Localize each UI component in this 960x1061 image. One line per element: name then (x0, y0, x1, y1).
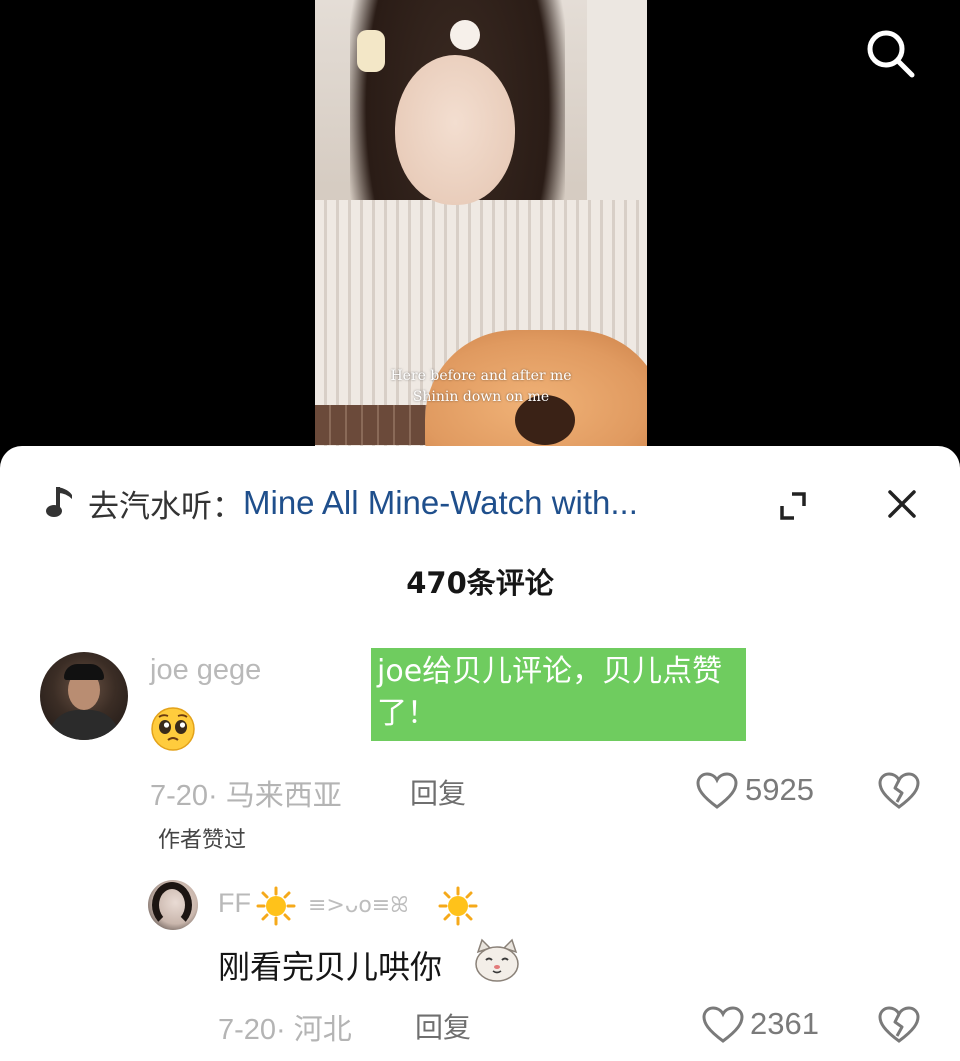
video-player[interactable]: Here before and after me Shinin down on … (0, 0, 960, 470)
username-kaomoji: ≡>ᴗo≡ꕤ (308, 893, 409, 918)
comment-username[interactable]: joe gege (150, 654, 261, 687)
like-count: 2361 (750, 1006, 819, 1041)
comment-meta: 7-20· 马来西亚 (150, 780, 342, 812)
reply-button[interactable]: 回复 (415, 1006, 471, 1046)
avatar-hair (64, 664, 104, 680)
music-prefix-label: 去汽水听： (88, 488, 243, 525)
comment-meta: 7-20· 河北 (218, 1014, 352, 1046)
avatar[interactable] (148, 880, 198, 930)
music-link[interactable]: 去汽水听： Mine All Mine-Watch with... (44, 480, 744, 526)
close-button[interactable] (880, 482, 924, 526)
music-note-icon (46, 487, 72, 517)
comment-username[interactable]: FF (218, 888, 251, 919)
hair-clip (450, 20, 480, 50)
cat-face-emoji (475, 938, 519, 982)
video-subtitle-line: Here before and after me (390, 368, 572, 384)
search-button[interactable] (862, 27, 920, 79)
hair-clip (357, 30, 385, 72)
video-subtitle-line: Shinin down on me (412, 389, 550, 405)
sun-emoji (256, 886, 296, 926)
heart-icon[interactable] (702, 1006, 744, 1044)
expand-button[interactable] (770, 484, 814, 528)
pleading-face-emoji (151, 707, 195, 751)
search-icon (867, 30, 915, 78)
like-count: 5925 (745, 772, 814, 807)
close-icon (888, 490, 916, 518)
video-frame[interactable]: Here before and after me Shinin down on … (315, 0, 647, 470)
video-subject-face (395, 55, 515, 205)
annotation-label: joe给贝儿评论，贝儿点赞了！ (371, 648, 746, 741)
author-liked-label: 作者赞过 (158, 828, 247, 853)
expand-icon (780, 492, 806, 520)
comment-text: 刚看完贝儿哄你 (218, 948, 443, 986)
avatar-body (48, 710, 120, 740)
avatar[interactable] (40, 652, 128, 740)
avatar-hair (152, 882, 192, 928)
sun-emoji (438, 886, 478, 926)
reply-button[interactable]: 回复 (410, 772, 466, 812)
music-title-link[interactable]: Mine All Mine-Watch with... (243, 484, 638, 522)
broken-heart-icon[interactable] (878, 770, 920, 810)
heart-icon[interactable] (696, 772, 738, 810)
broken-heart-icon[interactable] (878, 1004, 920, 1044)
comment-count-title: 470条评论 (406, 566, 554, 600)
